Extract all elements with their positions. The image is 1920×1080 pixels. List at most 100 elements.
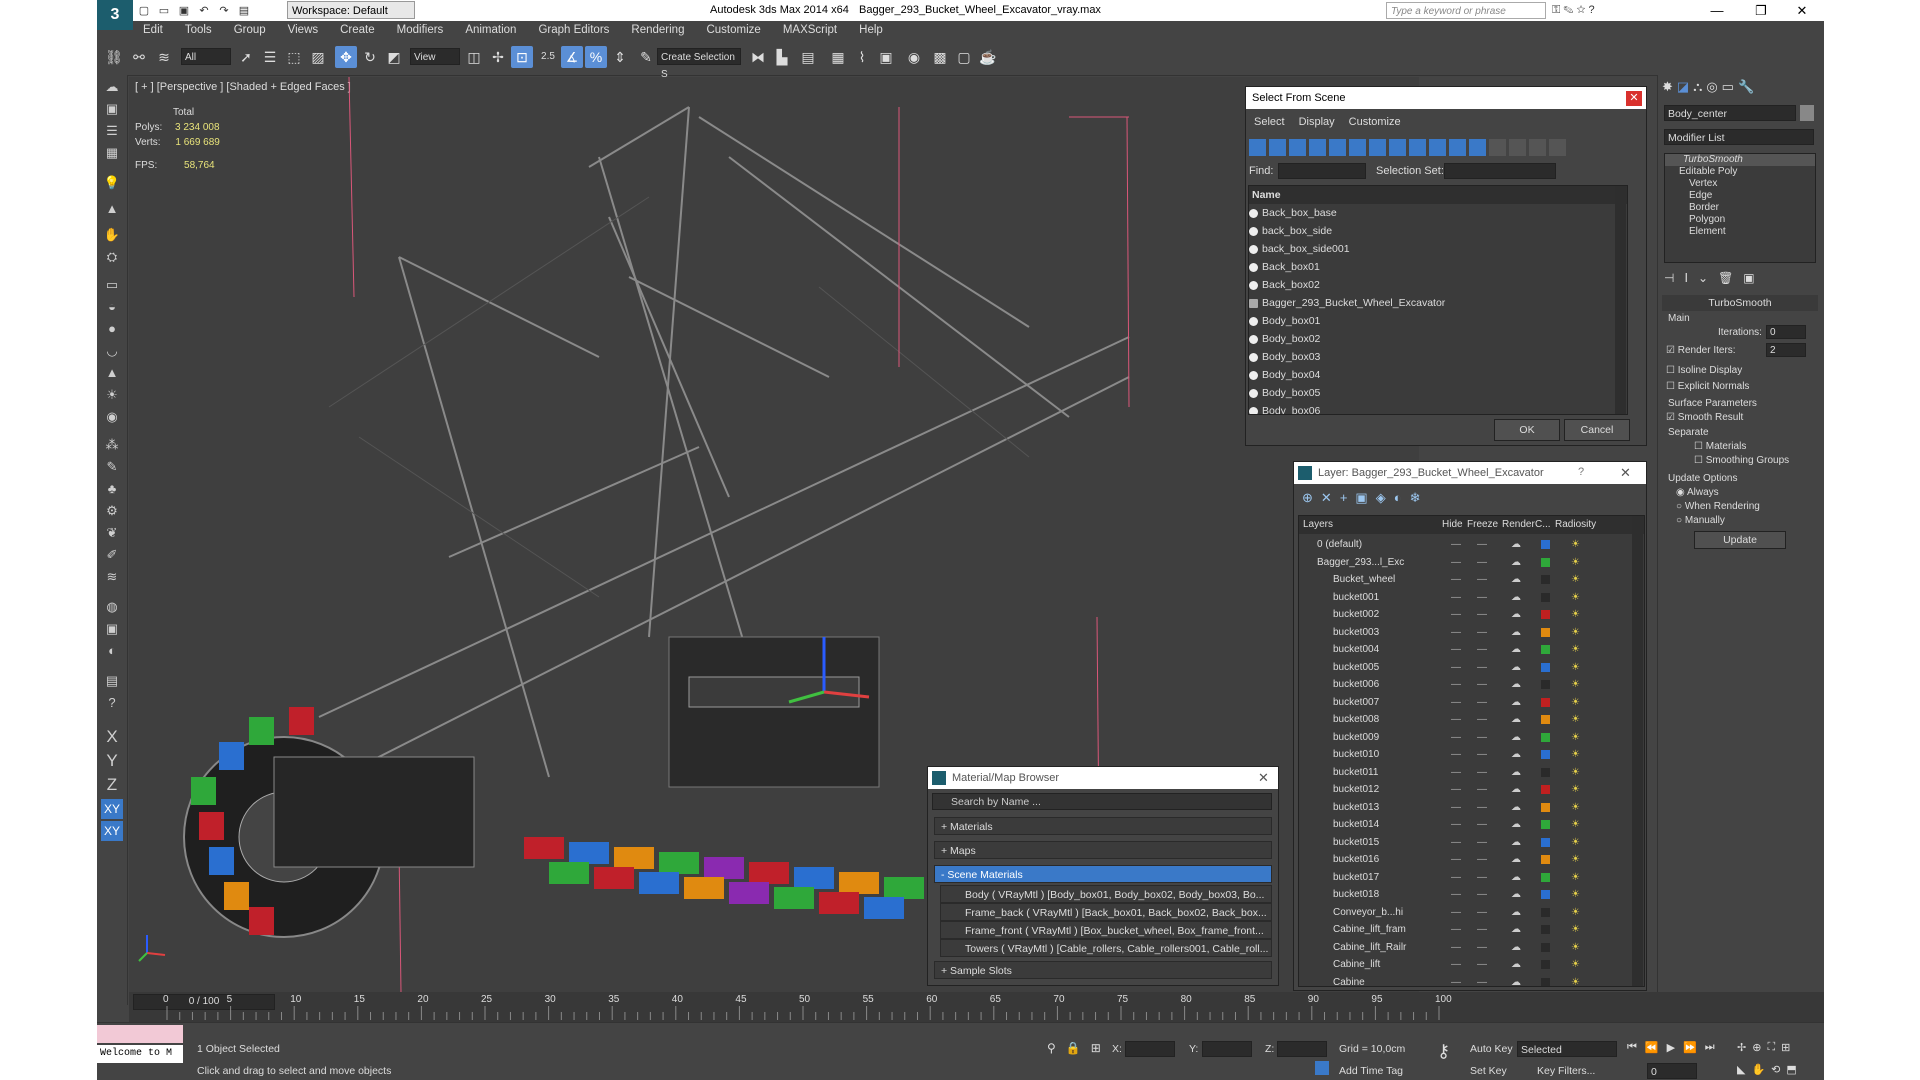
fov-icon[interactable]: ◣ [1737,1063,1745,1076]
sun-icon[interactable]: ☀ [101,385,123,405]
zoom-extents-icon[interactable]: ⛶ [1767,1041,1775,1054]
col-render[interactable]: Render [1502,516,1535,534]
pan-icon[interactable]: ✋ [1751,1063,1765,1076]
section-materials[interactable]: + Materials [934,817,1272,835]
render-iters-checkbox[interactable]: ☑ [1666,345,1675,356]
layer-color-swatch[interactable] [1541,715,1550,724]
freeze-toggle[interactable]: — [1477,536,1487,553]
radiosity-icon[interactable]: ☀ [1571,746,1580,763]
freeze-toggle[interactable]: — [1477,816,1487,833]
render-toggle-icon[interactable]: ☁ [1511,536,1521,553]
help-icons[interactable]: ⚿ ✎ ☆ ? [1552,4,1595,17]
list-item[interactable]: Body_box04 [1249,366,1627,384]
layer-row[interactable]: bucket005 — — ☁ ☀ [1305,659,1625,676]
layer-row[interactable]: bucket017 — — ☁ ☀ [1305,869,1625,886]
materials-row[interactable]: ☐ Materials [1694,441,1746,452]
workspace-dropdown[interactable]: Workspace: Default [287,1,415,19]
layer-color-swatch[interactable] [1541,540,1550,549]
ok-button[interactable]: OK [1494,419,1560,441]
layer-row[interactable]: bucket006 — — ☁ ☀ [1305,676,1625,693]
layer-color-swatch[interactable] [1541,785,1550,794]
render-production-icon[interactable]: ☕ [977,46,999,68]
pin-icon[interactable]: ⚲ [1047,1041,1056,1055]
layer-row[interactable]: bucket002 — — ☁ ☀ [1305,606,1625,623]
freeze-toggle[interactable]: — [1477,554,1487,571]
col-hide[interactable]: Hide [1442,516,1463,534]
modify-tab-icon[interactable]: ◪ [1677,79,1689,95]
radiosity-icon[interactable]: ☀ [1571,956,1580,973]
display-bones-icon[interactable] [1409,139,1426,156]
set-key-button[interactable]: Set Key [1470,1065,1507,1077]
material-editor-icon[interactable]: ◉ [903,46,925,68]
selection-filter-dropdown[interactable]: All [181,48,231,65]
freeze-toggle[interactable]: — [1477,606,1487,623]
section-scene-materials[interactable]: - Scene Materials [934,865,1272,883]
display-tab-icon[interactable]: ▭ [1722,79,1734,95]
brush-icon[interactable]: ✐ [101,545,123,565]
image-icon[interactable]: ▣ [101,99,123,119]
menu-select[interactable]: Select [1254,116,1285,128]
hierarchy-tab-icon[interactable]: ⛬ [1693,79,1702,95]
cloud-icon[interactable]: ☁ [101,77,123,97]
layer-row[interactable]: bucket003 — — ☁ ☀ [1305,624,1625,641]
undo-icon[interactable]: ↶ [197,4,211,18]
layer-color-swatch[interactable] [1541,925,1550,934]
maximize-viewport-icon[interactable]: ⬒ [1786,1063,1796,1076]
render-toggle-icon[interactable]: ☁ [1511,659,1521,676]
layer-color-swatch[interactable] [1541,662,1550,672]
layer-color-swatch[interactable] [1541,575,1550,584]
manually-radio[interactable]: ○ [1676,515,1682,526]
maxscript-listener[interactable] [97,1025,183,1043]
always-row[interactable]: ◉ Always [1676,487,1719,498]
render-iters-spinner[interactable]: 2 [1766,343,1806,357]
layer-color-swatch[interactable] [1541,837,1550,847]
hide-toggle[interactable]: — [1451,554,1461,571]
radiosity-icon[interactable]: ☀ [1571,641,1580,658]
layer-color-swatch[interactable] [1541,907,1550,917]
menu-maxscript[interactable]: MAXScript [773,21,849,40]
spinner-snap-icon[interactable]: ⇕ [609,46,631,68]
layer-row[interactable]: Cabine_lift_Railr — — ☁ ☀ [1305,939,1625,956]
display-spacewarps-icon[interactable] [1349,139,1366,156]
radiosity-icon[interactable]: ☀ [1571,904,1580,921]
radiosity-icon[interactable]: ☀ [1571,764,1580,781]
render-toggle-icon[interactable]: ☁ [1511,764,1521,781]
list-item[interactable]: Back_box01 [1249,258,1627,276]
stack-editable-poly[interactable]: Editable Poly [1665,166,1815,178]
lock-icon[interactable]: 🔒 [1066,1041,1081,1055]
menu-help[interactable]: Help [849,21,895,40]
layer-row[interactable]: bucket010 — — ☁ ☀ [1305,746,1625,763]
hide-toggle[interactable]: — [1451,904,1461,921]
hide-toggle[interactable]: — [1451,589,1461,606]
render-toggle-icon[interactable]: ☁ [1511,589,1521,606]
layer-row[interactable]: bucket012 — — ☁ ☀ [1305,781,1625,798]
pin-stack-icon[interactable]: ⊣ [1664,271,1674,285]
radiosity-icon[interactable]: ☀ [1571,711,1580,728]
material-search-input[interactable]: Search by Name ... [932,793,1272,810]
goto-end-icon[interactable]: ⏭ [1705,1041,1715,1054]
isoline-checkbox[interactable]: ☐ [1666,365,1675,376]
list-item[interactable]: Body_box01 [1249,312,1627,330]
hide-toggle[interactable]: — [1451,571,1461,588]
terrain-icon[interactable]: ▲ [101,199,123,219]
freeze-toggle[interactable]: — [1477,571,1487,588]
list-item[interactable]: back_box_side [1249,222,1627,240]
hide-toggle[interactable]: — [1451,799,1461,816]
create-layer-icon[interactable]: ⊕ [1302,490,1313,506]
layer-row[interactable]: bucket007 — — ☁ ☀ [1305,694,1625,711]
timeline-ruler[interactable] [129,1006,1824,1022]
freeze-toggle[interactable]: — [1477,641,1487,658]
paint-icon[interactable]: ✎ [101,457,123,477]
curve-editor-icon[interactable]: ⌇ [851,46,873,68]
radiosity-icon[interactable]: ☀ [1571,694,1580,711]
layer-row[interactable]: bucket015 — — ☁ ☀ [1305,834,1625,851]
selection-set-dropdown[interactable] [1444,163,1556,179]
render-toggle-icon[interactable]: ☁ [1511,956,1521,973]
sphere-icon[interactable]: ● [101,319,123,339]
orbit-icon[interactable]: ⟲ [1771,1063,1780,1076]
hide-toggle[interactable]: — [1451,624,1461,641]
list-item[interactable]: Back_box02 [1249,276,1627,294]
radiosity-icon[interactable]: ☀ [1571,939,1580,956]
display-frozen-icon[interactable] [1449,139,1466,156]
add-time-tag[interactable]: Add Time Tag [1339,1065,1403,1077]
